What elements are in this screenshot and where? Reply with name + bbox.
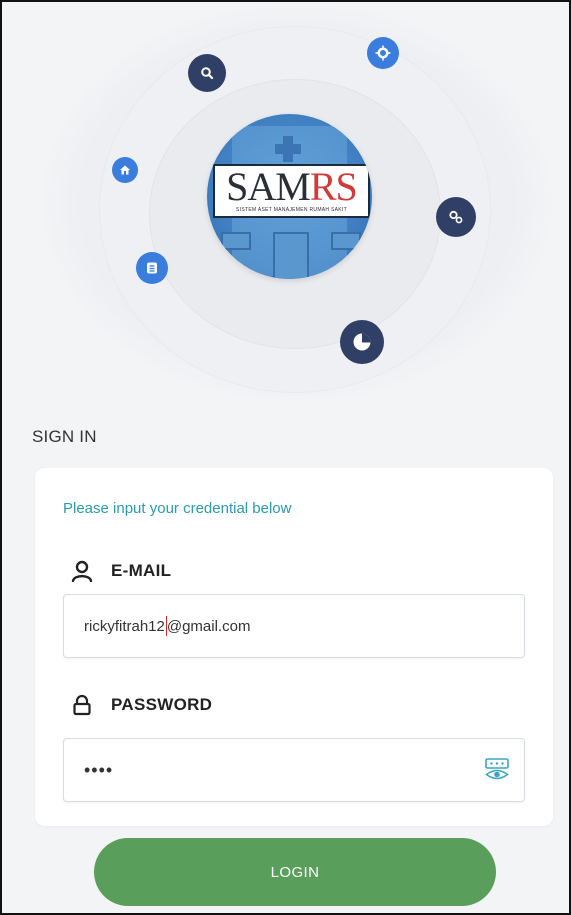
email-label-text: E-MAIL — [111, 561, 172, 580]
logo-window — [331, 232, 361, 250]
password-field[interactable]: •••• — [63, 738, 525, 802]
logo-cross-horizontal — [275, 144, 301, 154]
email-field[interactable]: rickyfitrah12 @gmail.com — [63, 594, 525, 658]
samrs-logo: SAMRS SISTEM ASET MANAJEMEN RUMAH SAKIT — [207, 114, 372, 279]
email-value-part2: @gmail.com — [166, 617, 251, 635]
password-label: PASSWORD — [71, 694, 212, 716]
logo-brand-part2: RS — [309, 164, 358, 209]
document-icon — [147, 262, 157, 274]
logo-brand: SAMRS — [215, 167, 368, 207]
target-orb — [367, 37, 399, 69]
search-orb — [188, 54, 226, 92]
logo-banner: SAMRS SISTEM ASET MANAJEMEN RUMAH SAKIT — [213, 164, 370, 218]
home-orb — [112, 157, 138, 183]
logo-brand-part1: SAM — [226, 164, 311, 209]
logo-door — [273, 232, 309, 279]
settings-icon — [449, 210, 463, 224]
pie-chart-icon — [353, 333, 371, 351]
search-icon — [201, 67, 214, 80]
pie-chart-orb — [340, 320, 384, 364]
password-value: •••• — [84, 759, 114, 780]
hero-illustration: SAMRS SISTEM ASET MANAJEMEN RUMAH SAKIT — [2, 2, 569, 412]
settings-orb — [436, 197, 476, 237]
signin-title: SIGN IN — [32, 427, 97, 446]
email-value-part1: rickyfitrah12 — [84, 617, 165, 635]
logo-tagline: SISTEM ASET MANAJEMEN RUMAH SAKIT — [236, 207, 347, 213]
user-icon — [71, 560, 93, 582]
home-icon — [120, 165, 130, 175]
lock-icon — [73, 694, 91, 716]
password-label-text: PASSWORD — [111, 695, 213, 714]
login-screen: SAMRS SISTEM ASET MANAJEMEN RUMAH SAKIT … — [0, 0, 571, 915]
login-button[interactable]: LOGIN — [94, 838, 496, 906]
email-label: E-MAIL — [71, 560, 171, 582]
eye-icon[interactable] — [484, 757, 510, 783]
credential-instruction: Please input your credential below — [63, 500, 292, 517]
target-icon — [375, 45, 391, 61]
credential-card: Please input your credential below E-MAI… — [35, 468, 553, 826]
logo-window — [221, 232, 251, 250]
document-orb — [136, 252, 168, 284]
